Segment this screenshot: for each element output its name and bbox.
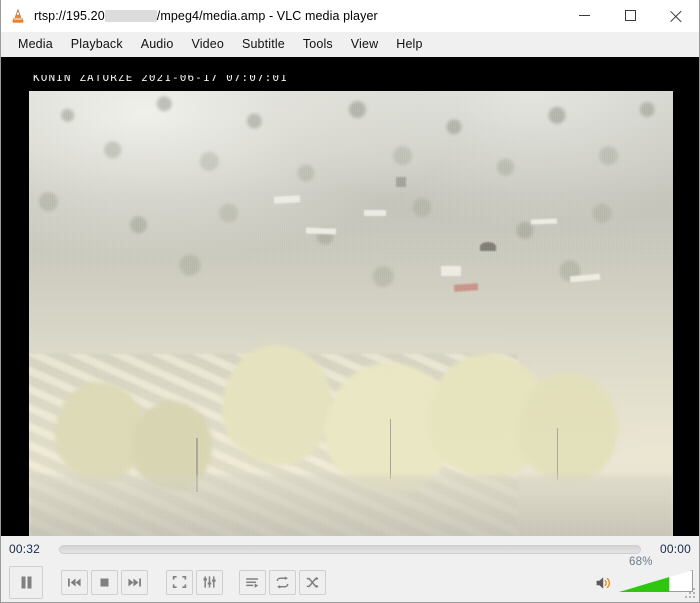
vlc-cone-icon <box>10 8 26 24</box>
menu-item-media[interactable]: Media <box>9 34 62 55</box>
volume-percent-label: 68% <box>629 556 653 568</box>
transport-group <box>61 569 148 595</box>
volume-control: 68% <box>595 556 693 594</box>
menu-item-view[interactable]: View <box>342 34 387 55</box>
stop-icon <box>98 576 111 589</box>
close-button[interactable] <box>653 0 699 32</box>
menu-item-playback[interactable]: Playback <box>62 34 132 55</box>
playlist-icon <box>245 576 260 589</box>
menu-item-subtitle[interactable]: Subtitle <box>233 34 294 55</box>
video-osd-bar: KONIN ZATORZE 2021-06-17 07:07:01 <box>29 75 673 91</box>
next-icon <box>127 576 142 589</box>
title-bar-left: rtsp://195.20 /mpeg4/media.amp - VLC med… <box>1 8 561 24</box>
loop-icon <box>275 576 290 589</box>
speaker-icon[interactable] <box>595 575 613 591</box>
window-controls <box>561 0 699 32</box>
menu-item-tools[interactable]: Tools <box>294 34 342 55</box>
remaining-time: 00:00 <box>659 542 691 556</box>
window-title-redaction <box>104 9 157 22</box>
shuffle-icon <box>305 576 320 589</box>
maximize-button[interactable] <box>607 0 653 32</box>
minimize-button[interactable] <box>561 0 607 32</box>
menu-item-video[interactable]: Video <box>182 34 233 55</box>
menu-item-audio[interactable]: Audio <box>132 34 183 55</box>
loop-button[interactable] <box>269 569 296 595</box>
menu-bar: Media Playback Audio Video Subtitle Tool… <box>1 32 699 57</box>
previous-icon <box>67 576 82 589</box>
playlist-group <box>239 569 326 595</box>
shuffle-button[interactable] <box>299 569 326 595</box>
video-osd-text: KONIN ZATORZE 2021-06-17 07:07:01 <box>33 75 288 84</box>
fullscreen-icon <box>172 575 187 589</box>
volume-slider[interactable]: 68% <box>619 556 693 592</box>
video-image: KONIN ZATORZE 2021-06-17 07:07:01 <box>29 75 673 536</box>
vlc-window: rtsp://195.20 /mpeg4/media.amp - VLC med… <box>0 0 700 603</box>
seek-slider[interactable] <box>59 544 641 554</box>
maximize-icon <box>624 10 636 21</box>
video-surface[interactable]: KONIN ZATORZE 2021-06-17 07:07:01 <box>1 57 699 536</box>
extended-settings-button[interactable] <box>196 569 223 595</box>
next-button[interactable] <box>121 569 148 595</box>
seek-row: 00:32 00:00 <box>1 536 699 562</box>
minimize-icon <box>578 15 590 16</box>
window-title-prefix: rtsp://195.20 <box>34 8 105 23</box>
stop-button[interactable] <box>91 569 118 595</box>
elapsed-time: 00:32 <box>9 542 41 556</box>
equalizer-icon <box>202 575 217 589</box>
title-bar: rtsp://195.20 /mpeg4/media.amp - VLC med… <box>1 0 699 32</box>
previous-button[interactable] <box>61 569 88 595</box>
playlist-button[interactable] <box>239 569 266 595</box>
resize-grip[interactable] <box>685 588 696 599</box>
control-bar: 68% <box>1 556 699 602</box>
view-group <box>166 569 223 595</box>
pause-icon <box>18 574 35 591</box>
close-icon <box>670 9 683 22</box>
video-noise-layer <box>29 75 673 536</box>
play-pause-button[interactable] <box>9 565 43 599</box>
window-title-suffix: /mpeg4/media.amp - VLC media player <box>156 8 378 23</box>
fullscreen-button[interactable] <box>166 569 193 595</box>
menu-item-help[interactable]: Help <box>387 34 431 55</box>
window-title: rtsp://195.20 /mpeg4/media.amp - VLC med… <box>34 9 378 23</box>
